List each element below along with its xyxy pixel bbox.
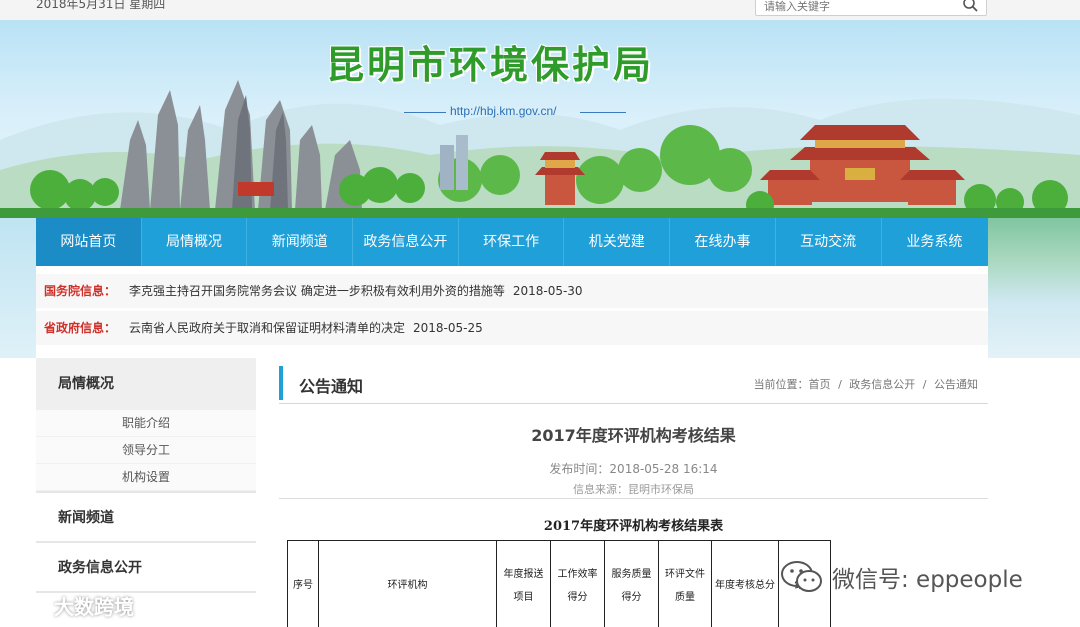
- watermark-left: 大数跨境: [8, 591, 134, 620]
- table-header-row: 序号 环评机构 年度报送项目 工作效率得分 服务质量得分 环评文件质量 年度考核…: [287, 540, 831, 627]
- nav-item-gov-info[interactable]: 政务信息公开: [353, 218, 459, 266]
- main-nav: 网站首页 局情概况 新闻频道 政务信息公开 环保工作 机关党建 在线办事 互动交…: [36, 218, 988, 266]
- results-table: 序号 环评机构 年度报送项目 工作效率得分 服务质量得分 环评文件质量 年度考核…: [287, 540, 831, 627]
- nav-item-online-service[interactable]: 在线办事: [670, 218, 776, 266]
- info-date: 2018-05-25: [413, 321, 483, 335]
- article-title: 2017年度环评机构考核结果: [531, 426, 736, 445]
- search-input[interactable]: [756, 0, 956, 17]
- sidebar-subitem-leaders[interactable]: 领导分工: [36, 437, 256, 464]
- info-row-province: 省政府信息： 云南省人民政府关于取消和保留证明材料清单的决定 2018-05-25: [36, 311, 988, 345]
- nav-item-business[interactable]: 业务系统: [882, 218, 988, 266]
- nav-item-party[interactable]: 机关党建: [564, 218, 671, 266]
- breadcrumb-current: 公告通知: [934, 378, 978, 391]
- nav-item-home[interactable]: 网站首页: [36, 218, 142, 266]
- table-title: 2017年度环评机构考核结果表: [543, 519, 724, 534]
- nav-item-news[interactable]: 新闻频道: [247, 218, 354, 266]
- content-header: 公告通知 当前位置：首页 / 政务信息公开 / 公告通知: [279, 364, 988, 404]
- table-header-cell: 年度考核总分: [711, 540, 779, 627]
- sidebar-heading[interactable]: 局情概况: [36, 358, 256, 410]
- table-header-cell: 服务质量得分: [604, 540, 659, 627]
- info-date: 2018-05-30: [512, 284, 583, 298]
- info-row-state-council: 国务院信息： 李克强主持召开国务院常务会议 确定进一步积极有效利用外资的措施等 2…: [36, 274, 988, 308]
- table-header-cell: 年度报送项目: [496, 540, 551, 627]
- search-icon[interactable]: [962, 0, 980, 14]
- publish-time: 发布时间：2018-05-28 16:14: [549, 462, 718, 476]
- sidebar-subitem-structure[interactable]: 机构设置: [36, 464, 256, 491]
- article-divider: [279, 498, 988, 499]
- info-link[interactable]: 云南省人民政府关于取消和保留证明材料清单的决定 2018-05-25: [129, 311, 483, 345]
- header-accent-bar: [279, 366, 283, 400]
- url-divider-left: [404, 112, 446, 113]
- watermark-right-text: 微信号: eppeople: [832, 567, 1023, 593]
- table-header-cell: 序号: [287, 540, 319, 627]
- breadcrumb-gov-info[interactable]: 政务信息公开: [849, 378, 915, 391]
- lake-decoration-right: [988, 218, 1080, 358]
- watermark-left-text: 大数跨境: [54, 595, 134, 619]
- info-label: 国务院信息：: [44, 284, 117, 298]
- watermark-right: 微信号: eppeople: [780, 560, 1023, 594]
- nav-item-env-work[interactable]: 环保工作: [459, 218, 565, 266]
- breadcrumb-separator: /: [838, 378, 842, 391]
- watermark-logo-icon: [8, 596, 48, 615]
- info-text[interactable]: 李克强主持召开国务院常务会议 确定进一步积极有效利用外资的措施等: [129, 284, 505, 298]
- nav-item-interaction[interactable]: 互动交流: [776, 218, 882, 266]
- top-bar: 2018年5月31日 星期四: [0, 0, 1080, 20]
- table-header-cell: 工作效率得分: [550, 540, 605, 627]
- breadcrumb: 当前位置：首页 / 政务信息公开 / 公告通知: [752, 376, 980, 392]
- url-divider-right: [580, 112, 626, 113]
- breadcrumb-separator: /: [922, 378, 927, 391]
- sidebar-subitem-functions[interactable]: 职能介绍: [36, 410, 256, 437]
- nav-item-overview[interactable]: 局情概况: [142, 218, 248, 266]
- info-text[interactable]: 云南省人民政府关于取消和保留证明材料清单的决定: [129, 321, 405, 335]
- sidebar-section-news[interactable]: 新闻频道: [36, 493, 256, 543]
- site-title: 昆明市环境保护局: [326, 43, 655, 87]
- lake-decoration-left: [0, 218, 36, 358]
- sidebar: 局情概况 职能介绍 领导分工 机构设置 新闻频道 政务信息公开: [36, 358, 256, 627]
- site-banner: 昆明市环境保护局 http://hbj.km.gov.cn/: [0, 20, 1080, 218]
- sidebar-section-gov-info[interactable]: 政务信息公开: [36, 543, 256, 593]
- info-link[interactable]: 李克强主持召开国务院常务会议 确定进一步积极有效利用外资的措施等 2018-05-…: [129, 274, 583, 308]
- info-source: 信息来源：昆明市环保局: [573, 483, 694, 496]
- breadcrumb-home[interactable]: 当前位置：首页: [754, 378, 831, 391]
- table-header-cell: 环评文件质量: [658, 540, 712, 627]
- section-title: 公告通知: [299, 377, 364, 396]
- wechat-icon: [781, 561, 822, 592]
- table-header-cell: 环评机构: [318, 540, 497, 627]
- info-label: 省政府信息：: [44, 321, 117, 335]
- site-url: http://hbj.km.gov.cn/: [450, 104, 557, 118]
- search-box: [755, 0, 987, 17]
- current-date: 2018年5月31日 星期四: [36, 0, 166, 11]
